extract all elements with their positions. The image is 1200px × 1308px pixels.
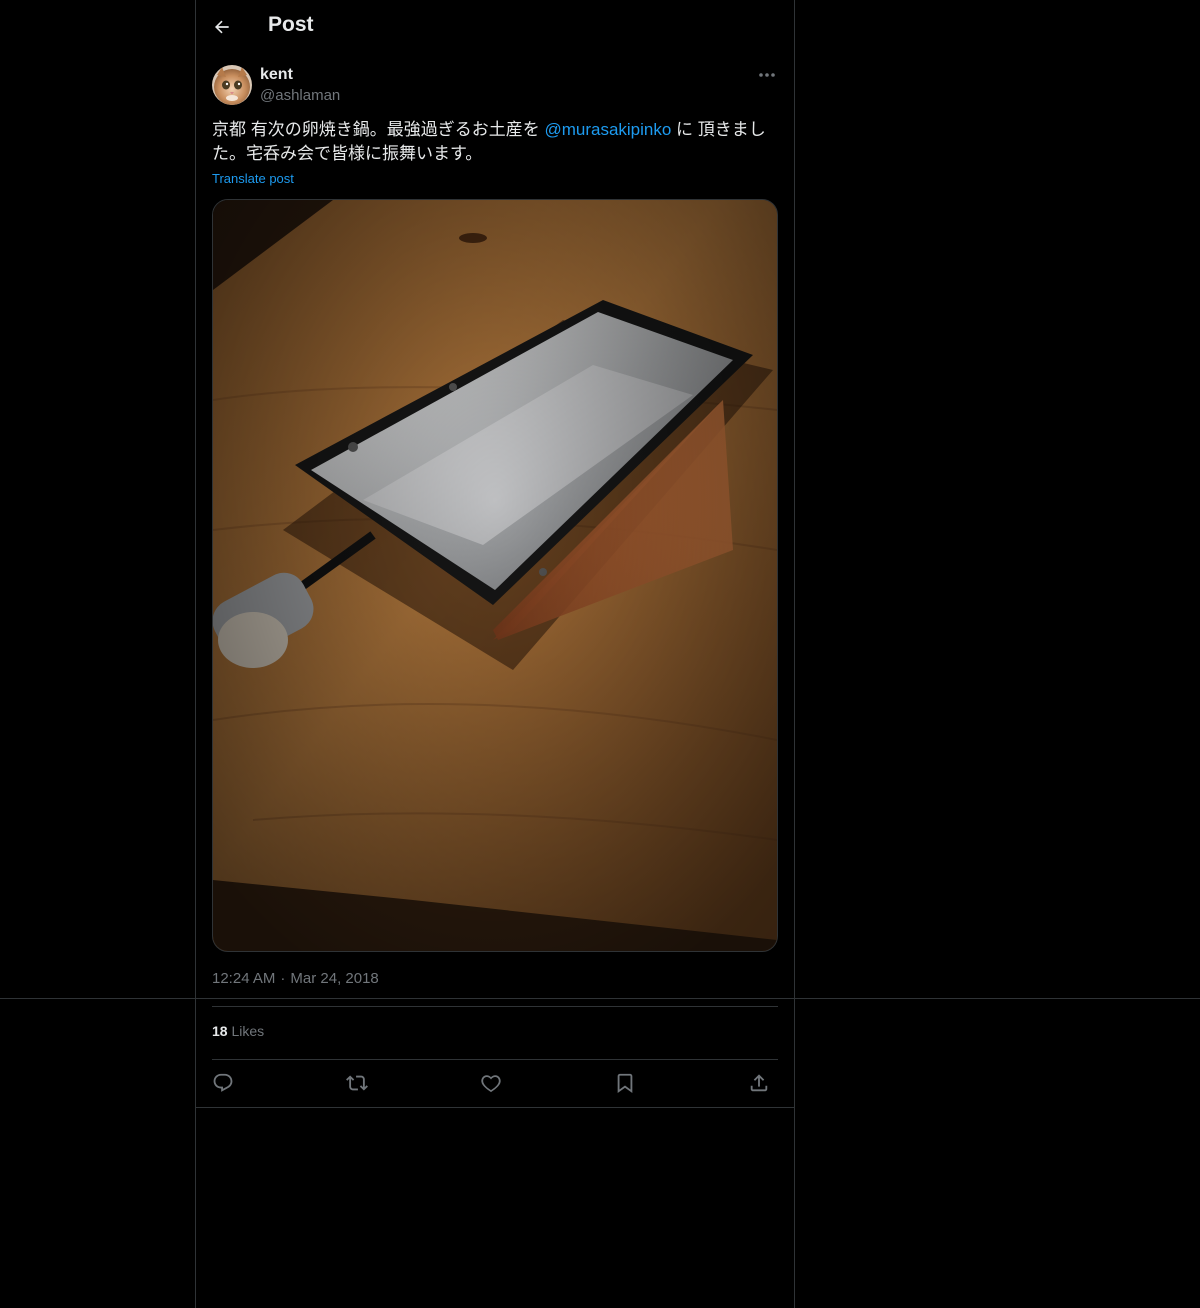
share-button[interactable] [741, 1065, 777, 1101]
bookmark-icon [617, 1073, 633, 1094]
repost-button[interactable] [339, 1065, 375, 1101]
author-name[interactable]: kent [260, 66, 293, 84]
post-text: 京都 有次の卵焼き鍋。最強過ぎるお土産を @murasakipinko に 頂き… [212, 118, 778, 166]
arrow-left-icon [215, 20, 229, 34]
header: Post [196, 0, 794, 54]
tamagoyaki-pan-photo [213, 200, 777, 951]
likes-count: 18 [212, 1023, 228, 1039]
post-actions [212, 1065, 778, 1101]
like-button[interactable] [473, 1065, 509, 1101]
post-image[interactable] [212, 199, 778, 952]
post-timestamp[interactable]: 12:24 AM · Mar 24, 2018 [212, 970, 379, 987]
post-date: Mar 24, 2018 [290, 970, 379, 987]
translate-post-link[interactable]: Translate post [212, 171, 294, 186]
reply-button[interactable] [205, 1065, 241, 1101]
bookmark-button[interactable] [607, 1065, 643, 1101]
cat-avatar-image [212, 65, 252, 105]
share-icon [750, 1074, 768, 1092]
page-title: Post [268, 13, 314, 36]
column-border-right [794, 0, 795, 1308]
repost-icon [346, 1075, 368, 1091]
post-bottom-border [196, 1107, 794, 1108]
avatar[interactable] [212, 65, 252, 105]
likes-label: Likes [231, 1023, 265, 1039]
post-column: Post kent @ashlaman 京都 有次の卵焼き鍋。最強過ぎるお土産を… [196, 0, 794, 1308]
back-button[interactable] [206, 11, 238, 43]
heart-icon [481, 1075, 501, 1093]
page: Post kent @ashlaman 京都 有次の卵焼き鍋。最強過ぎるお土産を… [0, 0, 1200, 1308]
divider [212, 1006, 778, 1007]
more-options-button[interactable] [756, 66, 778, 84]
more-horizontal-icon [759, 73, 775, 77]
post-author: kent @ashlaman [212, 64, 778, 108]
likes-stat[interactable]: 18 Likes [212, 1023, 264, 1039]
post-time: 12:24 AM [212, 970, 276, 987]
author-handle[interactable]: @ashlaman [260, 87, 340, 104]
timestamp-separator: · [280, 970, 286, 987]
divider [212, 1059, 778, 1060]
post-text-before: 京都 有次の卵焼き鍋。最強過ぎるお土産を [212, 120, 545, 139]
mention-link[interactable]: @murasakipinko [544, 120, 671, 139]
reply-icon [213, 1073, 233, 1092]
